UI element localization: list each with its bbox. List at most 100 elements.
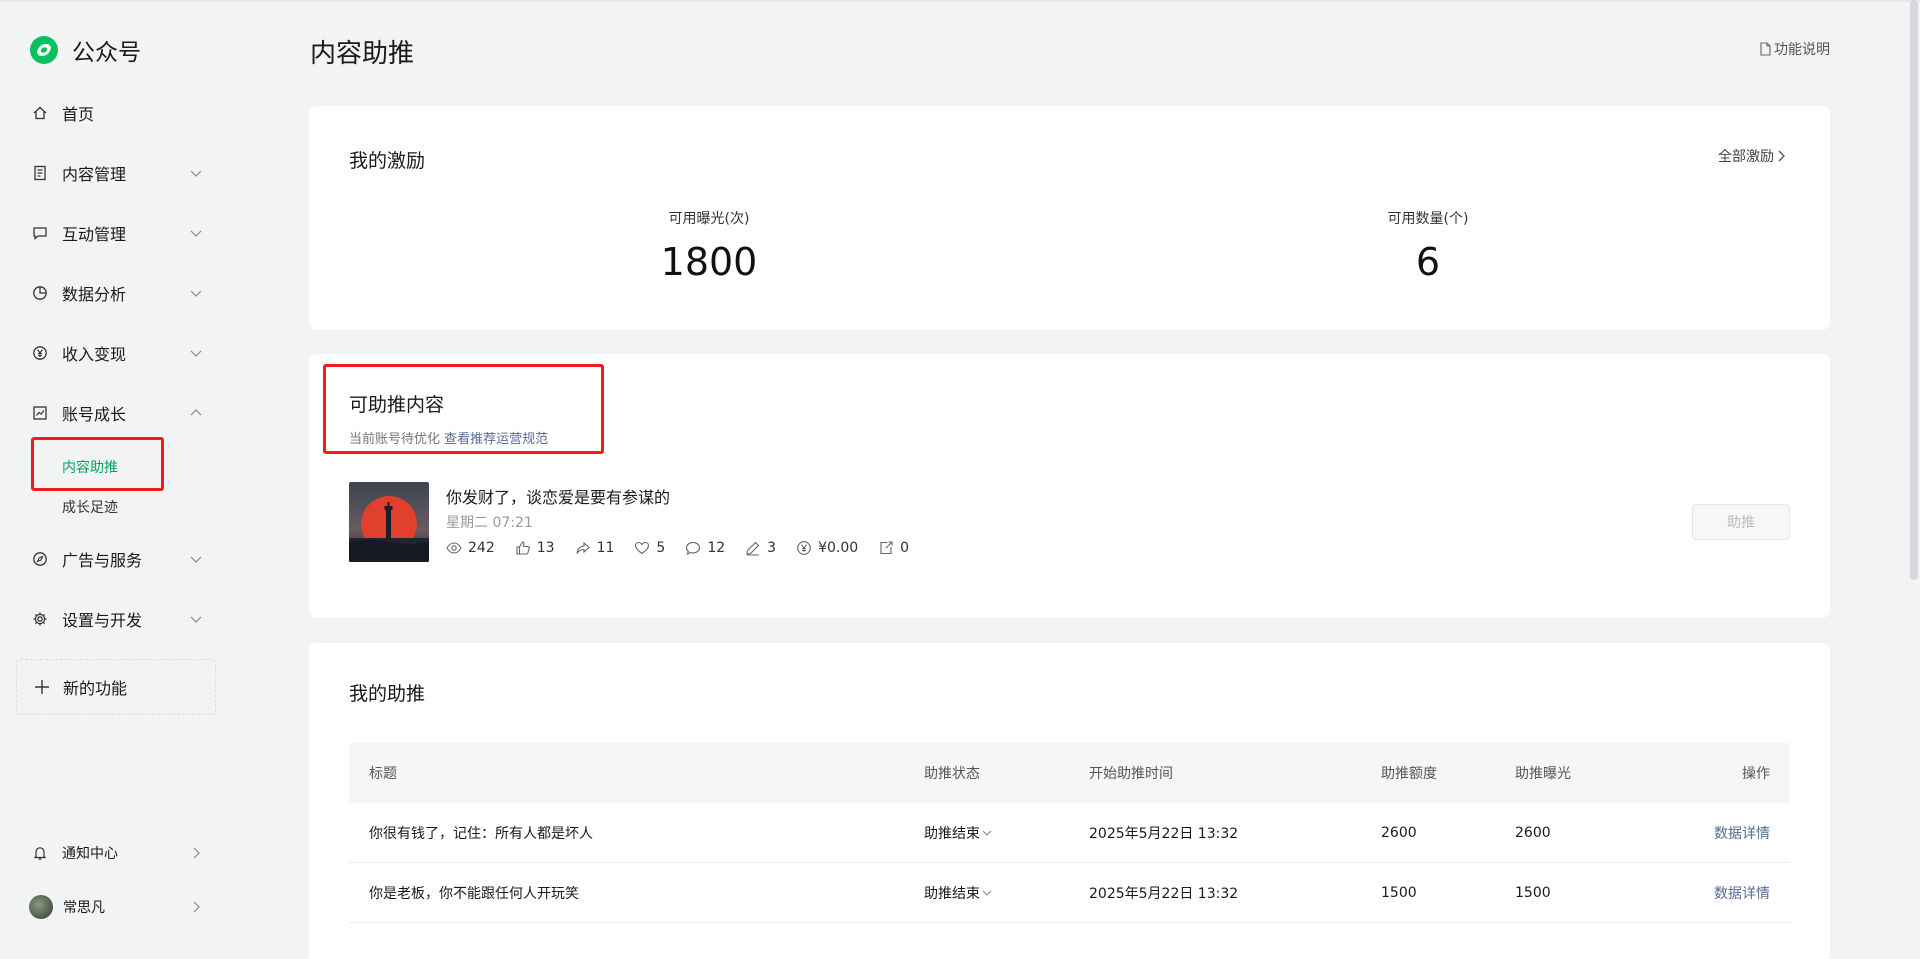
chevron-down-icon xyxy=(190,616,202,623)
all-rewards-link[interactable]: 全部激励 xyxy=(1718,146,1788,166)
bell-icon xyxy=(33,847,47,860)
sidebar-item-label: 通知中心 xyxy=(62,846,118,862)
sidebar-item-monetization[interactable]: 收入变现 xyxy=(32,338,204,368)
row-title: 你很有钱了，记住：所有人都是坏人 xyxy=(369,825,593,842)
yen-icon xyxy=(797,541,811,555)
metric-new-followers: 0 xyxy=(878,540,909,556)
yen-icon xyxy=(33,346,47,360)
row-exposure: 2600 xyxy=(1515,824,1551,841)
page-title: 内容助推 xyxy=(310,39,415,69)
brand[interactable]: 公众号 xyxy=(28,33,141,67)
scrollbar[interactable] xyxy=(1910,0,1918,580)
count-label: 可用数量(个) xyxy=(1387,211,1469,227)
row-quota: 1500 xyxy=(1381,884,1417,901)
sidebar-item-analytics[interactable]: 数据分析 xyxy=(32,278,204,308)
share-icon xyxy=(576,541,590,554)
compass-icon xyxy=(33,552,47,566)
new-feature-button[interactable]: 新的功能 xyxy=(16,659,216,715)
chevron-right-icon xyxy=(1778,150,1785,162)
sidebar-item-settings[interactable]: 设置与开发 xyxy=(32,604,204,634)
my-boosts-title: 我的助推 xyxy=(349,683,426,705)
metric-value: 242 xyxy=(468,540,495,556)
article-title[interactable]: 你发财了，谈恋爱是要有参谋的 xyxy=(446,484,670,508)
chevron-down-icon xyxy=(190,290,202,297)
sidebar-item-label: 互动管理 xyxy=(62,225,127,244)
gear-icon xyxy=(33,612,47,626)
sidebar-item-interaction[interactable]: 互动管理 xyxy=(32,218,204,248)
chevron-down-icon xyxy=(190,170,202,177)
sidebar-item-user[interactable]: 常思凡 xyxy=(29,892,204,922)
document-icon xyxy=(34,165,46,181)
sidebar-item-growth[interactable]: 账号成长 xyxy=(32,398,204,428)
highlight-box-sidebar xyxy=(31,437,164,491)
help-link-label: 功能说明 xyxy=(1774,42,1830,58)
brand-name: 公众号 xyxy=(72,40,141,66)
all-rewards-label: 全部激励 xyxy=(1718,149,1774,165)
sidebar: 公众号 首页 内容管理 互动管理 数据分析 收入变现 账号成长 内容助推 成长足… xyxy=(0,0,260,959)
count-value: 6 xyxy=(1415,240,1441,284)
sidebar-item-label: 内容管理 xyxy=(62,165,127,184)
highlight-box-boostable xyxy=(323,364,604,454)
comment-icon xyxy=(686,541,701,556)
sidebar-item-ads[interactable]: 广告与服务 xyxy=(32,544,204,574)
data-details-link[interactable]: 数据详情 xyxy=(1714,883,1770,903)
user-name: 常思凡 xyxy=(63,900,105,916)
metric-reads: 242 xyxy=(446,540,495,556)
row-status: 助推结束 xyxy=(924,825,980,842)
metric-value: 11 xyxy=(596,540,615,556)
metric-shares: 11 xyxy=(575,540,615,556)
row-title: 你是老板，你不能跟任何人开玩笑 xyxy=(369,885,579,902)
heart-icon xyxy=(635,541,650,555)
boosts-table: 标题 助推状态 开始助推时间 助推额度 助推曝光 操作 你很有钱了，记住：所有人… xyxy=(349,743,1790,923)
chevron-down-icon xyxy=(190,350,202,357)
exposure-label: 可用曝光(次) xyxy=(668,211,750,227)
sidebar-item-home[interactable]: 首页 xyxy=(32,98,204,128)
sidebar-subitem-growth-footprint[interactable]: 成长足迹 xyxy=(62,497,118,517)
column-header-start-time: 开始助推时间 xyxy=(1089,766,1173,782)
row-status-dropdown[interactable]: 助推结束 xyxy=(924,823,994,843)
metric-value: 3 xyxy=(767,540,777,556)
chevron-down-icon xyxy=(190,230,202,237)
metric-likes: 13 xyxy=(515,540,555,556)
article-thumbnail[interactable] xyxy=(349,482,429,562)
top-border xyxy=(0,0,1920,2)
chat-icon xyxy=(33,227,47,240)
sidebar-item-label: 收入变现 xyxy=(62,345,127,364)
plus-icon xyxy=(35,680,49,694)
article-time: 星期二 07:21 xyxy=(446,515,533,531)
sidebar-item-content[interactable]: 内容管理 xyxy=(32,158,204,188)
column-header-title: 标题 xyxy=(369,766,397,782)
row-quota: 2600 xyxy=(1381,824,1417,841)
article-metrics: 242 13 11 5 12 3 ¥0.00 0 xyxy=(446,540,929,556)
home-icon xyxy=(33,106,47,120)
metric-income: ¥0.00 xyxy=(796,540,858,556)
column-header-status: 助推状态 xyxy=(924,766,980,782)
sidebar-item-notifications[interactable]: 通知中心 xyxy=(32,838,204,868)
table-row: 你很有钱了，记住：所有人都是坏人 助推结束 2025年5月22日 13:32 2… xyxy=(349,803,1790,863)
chevron-right-icon xyxy=(193,847,200,859)
sidebar-item-label: 账号成长 xyxy=(62,405,127,424)
sidebar-item-label: 数据分析 xyxy=(62,285,127,304)
my-boosts-card: 我的助推 标题 助推状态 开始助推时间 助推额度 助推曝光 操作 你很有钱了，记… xyxy=(309,643,1830,959)
table-row: 你是老板，你不能跟任何人开玩笑 助推结束 2025年5月22日 13:32 15… xyxy=(349,863,1790,923)
trend-icon xyxy=(33,406,47,420)
help-link[interactable]: 功能说明 xyxy=(1759,39,1830,59)
metric-value: 12 xyxy=(707,540,726,556)
thumbs-up-icon xyxy=(516,541,530,555)
exposure-value: 1800 xyxy=(660,240,758,284)
metric-favorites: 5 xyxy=(634,540,665,556)
chevron-down-icon xyxy=(190,556,202,563)
metric-value: 0 xyxy=(900,540,910,556)
metric-value: 5 xyxy=(656,540,666,556)
row-start-time: 2025年5月22日 13:32 xyxy=(1089,825,1239,842)
row-status-dropdown[interactable]: 助推结束 xyxy=(924,883,994,903)
metric-comments: 12 xyxy=(685,540,725,556)
avatar xyxy=(29,895,53,919)
sidebar-item-label: 首页 xyxy=(62,105,95,124)
document-icon xyxy=(1760,42,1771,56)
boost-button[interactable]: 助推 xyxy=(1692,504,1790,540)
data-details-link[interactable]: 数据详情 xyxy=(1714,823,1770,843)
new-feature-label: 新的功能 xyxy=(63,679,128,698)
rewards-title: 我的激励 xyxy=(349,150,426,172)
pen-icon xyxy=(746,541,760,556)
